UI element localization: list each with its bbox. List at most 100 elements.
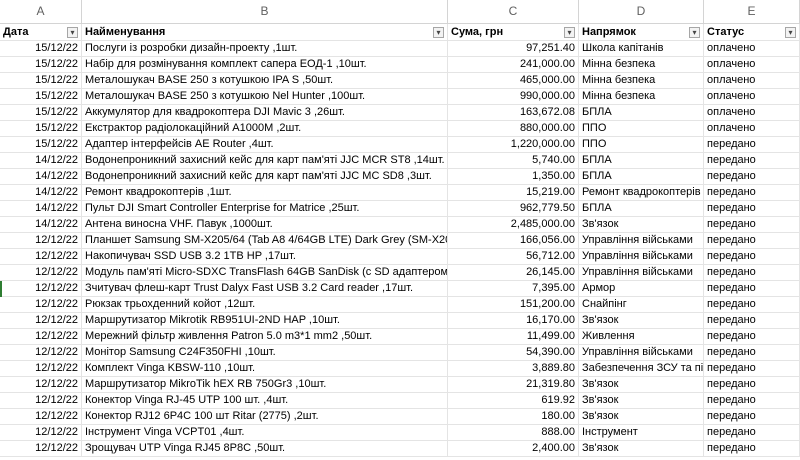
cell-date[interactable]: 15/12/22 xyxy=(0,57,82,72)
cell-status[interactable]: передано xyxy=(704,345,800,360)
header-cell-amount[interactable]: Сума, грн ▾ xyxy=(448,24,579,40)
cell-date[interactable]: 15/12/22 xyxy=(0,41,82,56)
sort-filter-icon[interactable]: ▾ xyxy=(67,26,78,38)
cell-status[interactable]: передано xyxy=(704,217,800,232)
cell-date[interactable]: 12/12/22 xyxy=(0,345,82,360)
cell-amount[interactable]: 619.92 xyxy=(448,393,579,408)
cell-amount[interactable]: 1,220,000.00 xyxy=(448,137,579,152)
cell-status[interactable]: оплачено xyxy=(704,121,800,136)
cell-amount[interactable]: 56,712.00 xyxy=(448,249,579,264)
cell-status[interactable]: передано xyxy=(704,185,800,200)
cell-name[interactable]: Водонепроникний захисний кейс для карт п… xyxy=(82,169,448,184)
cell-status[interactable]: передано xyxy=(704,265,800,280)
cell-direction[interactable]: Зв'язок xyxy=(579,377,704,392)
cell-date[interactable]: 15/12/22 xyxy=(0,73,82,88)
header-cell-status[interactable]: Статус ▾ xyxy=(704,24,800,40)
cell-date[interactable]: 15/12/22 xyxy=(0,121,82,136)
column-header-c[interactable]: C xyxy=(448,0,579,23)
cell-amount[interactable]: 15,219.00 xyxy=(448,185,579,200)
cell-direction[interactable]: Мінна безпека xyxy=(579,89,704,104)
cell-direction[interactable]: Забезпечення ЗСУ та підрозділів xyxy=(579,361,704,376)
cell-direction[interactable]: ППО xyxy=(579,137,704,152)
cell-amount[interactable]: 1,350.00 xyxy=(448,169,579,184)
cell-name[interactable]: Мережний фільтр живлення Patron 5.0 m3*1… xyxy=(82,329,448,344)
cell-status[interactable]: оплачено xyxy=(704,73,800,88)
column-header-a[interactable]: A xyxy=(0,0,82,23)
cell-amount[interactable]: 7,395.00 xyxy=(448,281,579,296)
cell-status[interactable]: передано xyxy=(704,313,800,328)
cell-status[interactable]: передано xyxy=(704,249,800,264)
cell-name[interactable]: Ремонт квадрокоптерів ,1шт. xyxy=(82,185,448,200)
cell-direction[interactable]: Мінна безпека xyxy=(579,73,704,88)
cell-status[interactable]: передано xyxy=(704,169,800,184)
cell-amount[interactable]: 241,000.00 xyxy=(448,57,579,72)
cell-direction[interactable]: Зв'язок xyxy=(579,441,704,456)
cell-status[interactable]: передано xyxy=(704,233,800,248)
header-cell-direction[interactable]: Напрямок ▾ xyxy=(579,24,704,40)
cell-amount[interactable]: 2,485,000.00 xyxy=(448,217,579,232)
cell-amount[interactable]: 97,251.40 xyxy=(448,41,579,56)
cell-amount[interactable]: 465,000.00 xyxy=(448,73,579,88)
cell-amount[interactable]: 880,000.00 xyxy=(448,121,579,136)
cell-name[interactable]: Маршрутизатор MikroTik hEX RB 750Gr3 ,10… xyxy=(82,377,448,392)
cell-name[interactable]: Накопичувач SSD USB 3.2 1TB HP ,17шт. xyxy=(82,249,448,264)
cell-date[interactable]: 12/12/22 xyxy=(0,249,82,264)
cell-name[interactable]: Набір для розмінування комплект сапера Е… xyxy=(82,57,448,72)
cell-name[interactable]: Конектор RJ12 6P4C 100 шт Ritar (2775) ,… xyxy=(82,409,448,424)
cell-date[interactable]: 15/12/22 xyxy=(0,137,82,152)
cell-status[interactable]: передано xyxy=(704,425,800,440)
cell-name[interactable]: Рюкзак трьохденний койот ,12шт. xyxy=(82,297,448,312)
cell-amount[interactable]: 5,740.00 xyxy=(448,153,579,168)
cell-date[interactable]: 12/12/22 xyxy=(0,297,82,312)
cell-date[interactable]: 12/12/22 xyxy=(0,233,82,248)
header-cell-name[interactable]: Найменування ▾ xyxy=(82,24,448,40)
cell-name[interactable]: Металошукач BASE 250 з котушкою Nel Hunt… xyxy=(82,89,448,104)
cell-status[interactable]: передано xyxy=(704,377,800,392)
cell-amount[interactable]: 11,499.00 xyxy=(448,329,579,344)
cell-name[interactable]: Монітор Samsung C24F350FHI ,10шт. xyxy=(82,345,448,360)
column-header-b[interactable]: B xyxy=(82,0,448,23)
cell-name[interactable]: Маршрутизатор Mikrotik RB951UI-2ND HAP ,… xyxy=(82,313,448,328)
cell-direction[interactable]: Інструмент xyxy=(579,425,704,440)
cell-direction[interactable]: Живлення xyxy=(579,329,704,344)
cell-date[interactable]: 14/12/22 xyxy=(0,153,82,168)
cell-name[interactable]: Інструмент Vinga VCPT01 ,4шт. xyxy=(82,425,448,440)
column-header-d[interactable]: D xyxy=(579,0,704,23)
cell-amount[interactable]: 54,390.00 xyxy=(448,345,579,360)
cell-name[interactable]: Аккумулятор для квадрокоптера DJI Mavic … xyxy=(82,105,448,120)
header-cell-date[interactable]: Дата ▾ xyxy=(0,24,82,40)
cell-name[interactable]: Послуги із розробки дизайн-проекту ,1шт. xyxy=(82,41,448,56)
cell-date[interactable]: 12/12/22 xyxy=(0,393,82,408)
cell-direction[interactable]: Управління військами xyxy=(579,233,704,248)
cell-direction[interactable]: Армор xyxy=(579,281,704,296)
cell-direction[interactable]: Управління військами xyxy=(579,345,704,360)
cell-direction[interactable]: БПЛА xyxy=(579,105,704,120)
cell-status[interactable]: передано xyxy=(704,409,800,424)
cell-amount[interactable]: 21,319.80 xyxy=(448,377,579,392)
cell-name[interactable]: Модуль пам'яті Micro-SDXC TransFlash 64G… xyxy=(82,265,448,280)
cell-status[interactable]: передано xyxy=(704,201,800,216)
cell-date[interactable]: 12/12/22 xyxy=(0,441,82,456)
cell-amount[interactable]: 2,400.00 xyxy=(448,441,579,456)
cell-direction[interactable]: Школа капітанів xyxy=(579,41,704,56)
cell-amount[interactable]: 26,145.00 xyxy=(448,265,579,280)
cell-date[interactable]: 12/12/22 xyxy=(0,425,82,440)
filter-dropdown-icon[interactable]: ▾ xyxy=(689,26,700,38)
cell-direction[interactable]: Зв'язок xyxy=(579,217,704,232)
cell-date[interactable]: 12/12/22 xyxy=(0,265,82,280)
cell-amount[interactable]: 163,672.08 xyxy=(448,105,579,120)
cell-amount[interactable]: 888.00 xyxy=(448,425,579,440)
cell-name[interactable]: Водонепроникний захисний кейс для карт п… xyxy=(82,153,448,168)
filter-dropdown-icon[interactable]: ▾ xyxy=(785,26,796,38)
cell-direction[interactable]: БПЛА xyxy=(579,201,704,216)
cell-amount[interactable]: 990,000.00 xyxy=(448,89,579,104)
cell-direction[interactable]: Ремонт квадрокоптерів xyxy=(579,185,704,200)
cell-status[interactable]: передано xyxy=(704,281,800,296)
cell-date[interactable]: 12/12/22 xyxy=(0,329,82,344)
cell-direction[interactable]: Мінна безпека xyxy=(579,57,704,72)
cell-date[interactable]: 12/12/22 xyxy=(0,377,82,392)
cell-date[interactable]: 14/12/22 xyxy=(0,201,82,216)
cell-direction[interactable]: Управління військами xyxy=(579,249,704,264)
cell-date[interactable]: 14/12/22 xyxy=(0,217,82,232)
cell-amount[interactable]: 151,200.00 xyxy=(448,297,579,312)
